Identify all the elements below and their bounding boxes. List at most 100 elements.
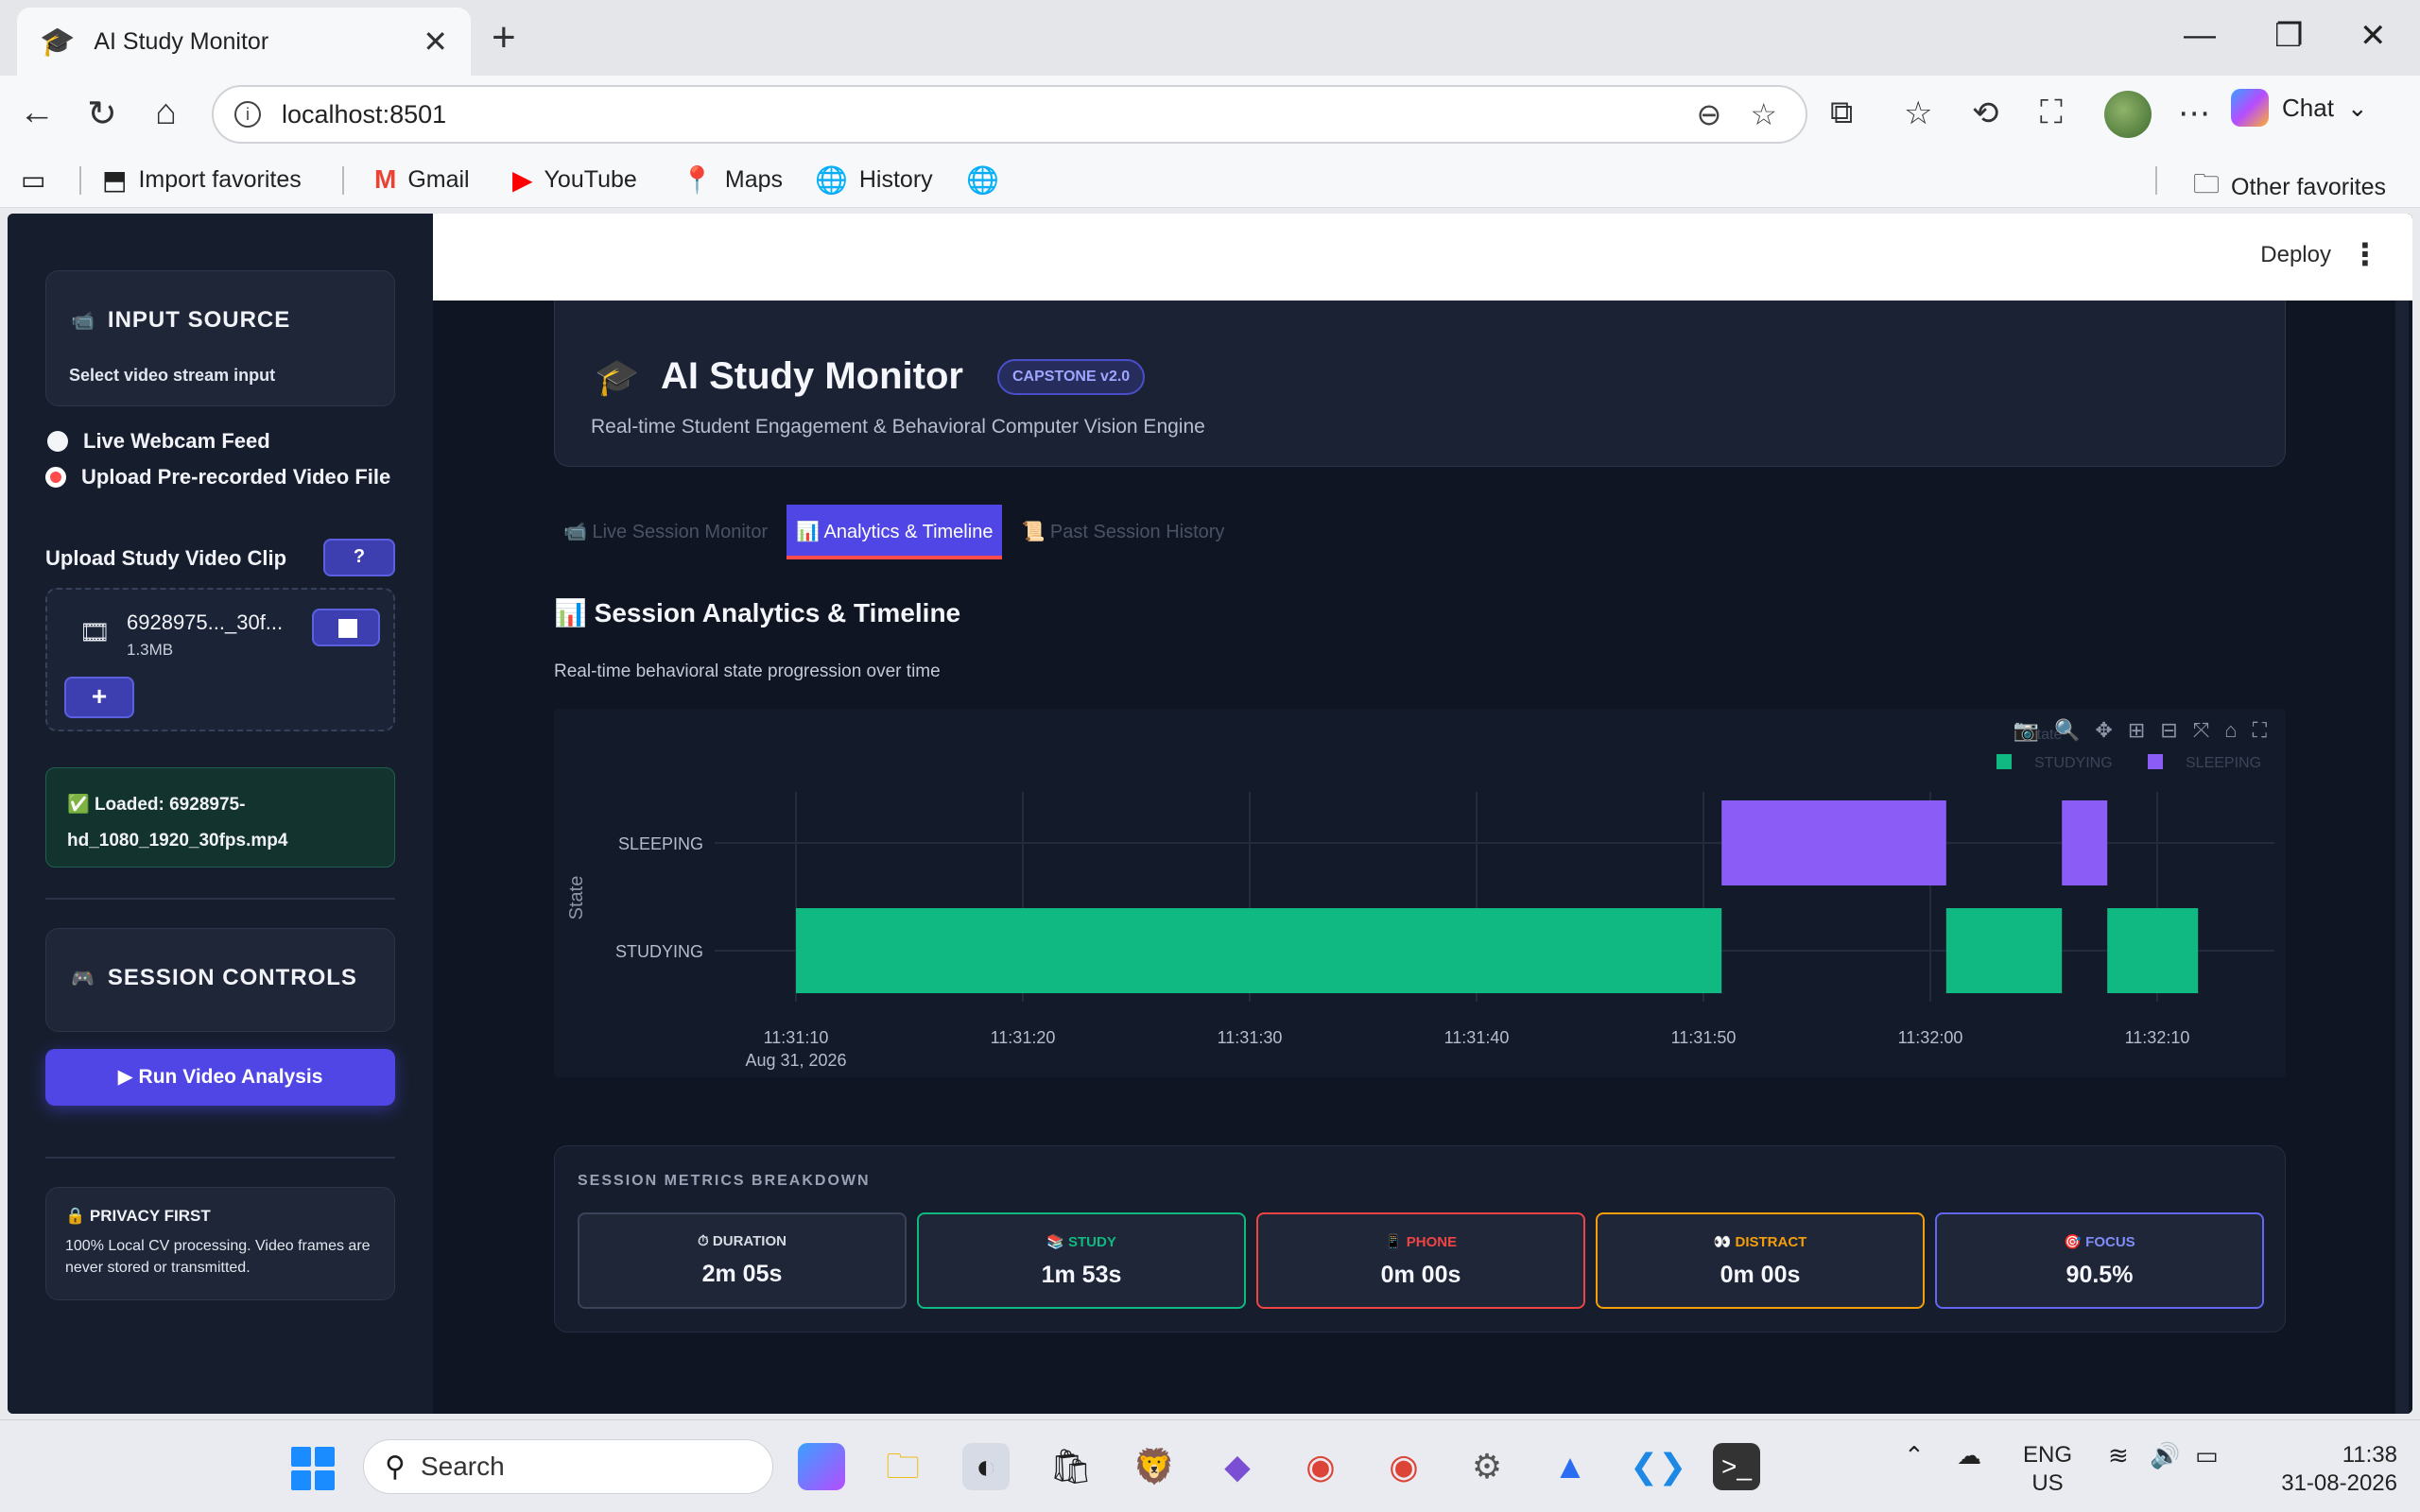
x-date-label: Aug 31, 2026 bbox=[745, 1051, 846, 1070]
address-bar[interactable]: i localhost:8501 ⊖ ☆ bbox=[212, 85, 1807, 144]
favorite-maps[interactable]: 📍 Maps bbox=[681, 164, 783, 196]
stop-icon bbox=[338, 619, 357, 638]
taskbar: ⚲ Search 🗀 ◐ 🛍 🦁 ◆ ◉ ◉ ⚙ ▲ ❮❯ >_ ⌃ ☁ ENG… bbox=[0, 1419, 2420, 1512]
site-info-icon[interactable]: i bbox=[234, 101, 261, 128]
chevron-down-icon: ⌄ bbox=[2346, 93, 2368, 122]
zoom-icon[interactable]: 🔍 bbox=[2054, 718, 2080, 743]
radio-upload[interactable]: Upload Pre-recorded Video File bbox=[45, 465, 390, 490]
minimize-icon[interactable]: — bbox=[2184, 17, 2216, 54]
store-icon[interactable]: 🛍 bbox=[1047, 1443, 1095, 1490]
edge-browser-icon[interactable]: ◐ bbox=[962, 1443, 1010, 1490]
copilot-chat-button[interactable]: Chat ⌄ bbox=[2231, 89, 2368, 127]
home-icon[interactable]: ⌂ bbox=[155, 93, 177, 133]
timeline-chart[interactable]: STUDYING SLEEPING State 11:31:10 11:31:20 11:… bbox=[554, 709, 2286, 1077]
start-button[interactable] bbox=[291, 1447, 335, 1490]
close-window-icon[interactable]: ✕ bbox=[2360, 17, 2387, 55]
pan-icon[interactable]: ✥ bbox=[2095, 718, 2112, 743]
radio-indicator-selected[interactable] bbox=[45, 467, 66, 488]
tab-history[interactable]: 📜 Past Session History bbox=[1011, 505, 1234, 559]
fullscreen-icon[interactable]: ⛶ bbox=[2253, 718, 2267, 743]
arc-icon[interactable]: ▲ bbox=[1547, 1443, 1594, 1490]
zoom-in-icon[interactable]: ⊞ bbox=[2128, 718, 2145, 743]
screenshot-icon[interactable]: ⛶ bbox=[2040, 94, 2063, 131]
chrome-profile-icon[interactable]: ◉ bbox=[1380, 1443, 1427, 1490]
metric-label: 🎯 FOCUS bbox=[2064, 1234, 2135, 1250]
radio-indicator[interactable] bbox=[47, 431, 68, 452]
metric-value: 1m 53s bbox=[1041, 1262, 1122, 1288]
zoom-out-icon[interactable]: ⊖ bbox=[1697, 96, 1722, 132]
copilot-app-icon[interactable] bbox=[798, 1443, 845, 1490]
file-uploader[interactable]: 🎞 6928975..._30f... 1.3MB + bbox=[45, 588, 395, 731]
battery-icon[interactable]: ▭ bbox=[2195, 1441, 2219, 1469]
favorites-icon[interactable]: ☆ bbox=[1904, 94, 1932, 132]
input-source-subtitle: Select video stream input bbox=[69, 366, 276, 385]
chat-label: Chat bbox=[2282, 93, 2334, 122]
main-menu-icon[interactable]: ⋮ bbox=[2350, 236, 2380, 272]
add-file-button[interactable]: + bbox=[64, 677, 134, 718]
refresh-icon[interactable]: ↻ bbox=[87, 93, 117, 135]
back-icon[interactable]: ← bbox=[19, 93, 55, 133]
reset-axes-icon[interactable]: ⌂ bbox=[2224, 718, 2237, 743]
close-tab-icon[interactable]: ✕ bbox=[423, 24, 448, 60]
favorite-globe[interactable]: 🌐 bbox=[966, 164, 999, 196]
radio-webcam[interactable]: Live Webcam Feed bbox=[47, 429, 270, 454]
settings-gear-icon[interactable]: ⚙ bbox=[1463, 1443, 1511, 1490]
app-header-bar: Deploy ⋮ bbox=[433, 214, 2412, 301]
clock[interactable]: 11:38 31-08-2026 bbox=[2265, 1441, 2397, 1498]
vscode-icon[interactable]: ❮❯ bbox=[1630, 1443, 1686, 1490]
upload-label: Upload Study Video Clip bbox=[45, 546, 287, 570]
restore-icon[interactable]: ❐ bbox=[2274, 17, 2303, 55]
terminal-icon[interactable]: >_ bbox=[1713, 1443, 1760, 1490]
file-explorer-icon[interactable]: 🗀 bbox=[879, 1443, 926, 1490]
autoscale-icon[interactable]: ⤧ bbox=[2193, 718, 2210, 743]
language-indicator[interactable]: ENG US bbox=[2023, 1441, 2072, 1498]
metric-card: ⏱ DURATION 2m 05s bbox=[578, 1212, 907, 1309]
favorite-gmail[interactable]: M Gmail bbox=[374, 164, 470, 195]
chevron-up-icon[interactable]: ⌃ bbox=[1904, 1441, 1925, 1469]
chrome-icon[interactable]: ◉ bbox=[1297, 1443, 1344, 1490]
folder-icon: 🗀 bbox=[2193, 169, 2221, 198]
history-icon[interactable]: ⟲ bbox=[1972, 94, 1999, 132]
tab-actions-icon[interactable]: ▭ bbox=[21, 164, 45, 196]
favorite-history[interactable]: 🌐 History bbox=[815, 164, 933, 196]
divider bbox=[45, 898, 395, 900]
visual-studio-icon[interactable]: ◆ bbox=[1214, 1443, 1261, 1490]
deploy-button[interactable]: Deploy bbox=[2260, 242, 2331, 268]
run-analysis-button[interactable]: ▶ Run Video Analysis bbox=[45, 1049, 395, 1106]
camera-icon[interactable]: 📷 bbox=[2014, 718, 2039, 743]
new-tab-button[interactable]: + bbox=[492, 17, 516, 59]
search-placeholder: Search bbox=[420, 1452, 505, 1481]
divider bbox=[2155, 166, 2157, 195]
volume-icon[interactable]: 🔊 bbox=[2150, 1441, 2180, 1469]
tab-analytics[interactable]: 📊 Analytics & Timeline bbox=[786, 505, 1003, 559]
browser-tab[interactable]: 🎓 AI Study Monitor ✕ bbox=[17, 8, 471, 76]
brave-browser-icon[interactable]: 🦁 bbox=[1131, 1443, 1178, 1490]
help-button[interactable]: ? bbox=[323, 539, 395, 576]
extensions-icon[interactable]: ⧉ bbox=[1830, 94, 1853, 131]
profile-avatar[interactable] bbox=[2104, 91, 2152, 138]
search-icon: ⚲ bbox=[385, 1451, 406, 1483]
divider bbox=[79, 166, 81, 195]
other-favorites[interactable]: 🗀 Other favorites bbox=[2193, 164, 2386, 210]
remove-file-button[interactable] bbox=[312, 609, 380, 646]
date: 31-08-2026 bbox=[2281, 1470, 2397, 1496]
onedrive-icon[interactable]: ☁ bbox=[1957, 1441, 1981, 1469]
taskbar-search[interactable]: ⚲ Search bbox=[363, 1439, 773, 1494]
x-tick-label: 11:31:20 bbox=[991, 1028, 1056, 1047]
legend-label: SLEEPING bbox=[2186, 755, 2261, 771]
hero-card: 🎓 AI Study Monitor CAPSTONE v2.0 Real-ti… bbox=[554, 301, 2286, 467]
graduation-cap-icon: 🎓 bbox=[595, 358, 640, 398]
zoom-out-icon[interactable]: ⊟ bbox=[2160, 718, 2177, 743]
file-size: 1.3MB bbox=[127, 641, 174, 659]
scrollbar[interactable] bbox=[2395, 301, 2409, 1414]
metric-value: 0m 00s bbox=[1380, 1262, 1461, 1288]
favorite-star-icon[interactable]: ☆ bbox=[1750, 96, 1777, 132]
tab-live-session[interactable]: 📹 Live Session Monitor bbox=[554, 505, 777, 559]
more-icon[interactable]: ⋯ bbox=[2178, 94, 2210, 132]
favorite-youtube[interactable]: ▶ YouTube bbox=[512, 164, 637, 196]
x-tick-label: 11:31:30 bbox=[1218, 1028, 1283, 1047]
favorite-import[interactable]: ⬒ Import favorites bbox=[102, 164, 302, 196]
scroll-icon: 📜 bbox=[1021, 522, 1046, 542]
metrics-title: SESSION METRICS BREAKDOWN bbox=[578, 1173, 871, 1189]
wifi-icon[interactable]: ≋ bbox=[2108, 1441, 2129, 1469]
